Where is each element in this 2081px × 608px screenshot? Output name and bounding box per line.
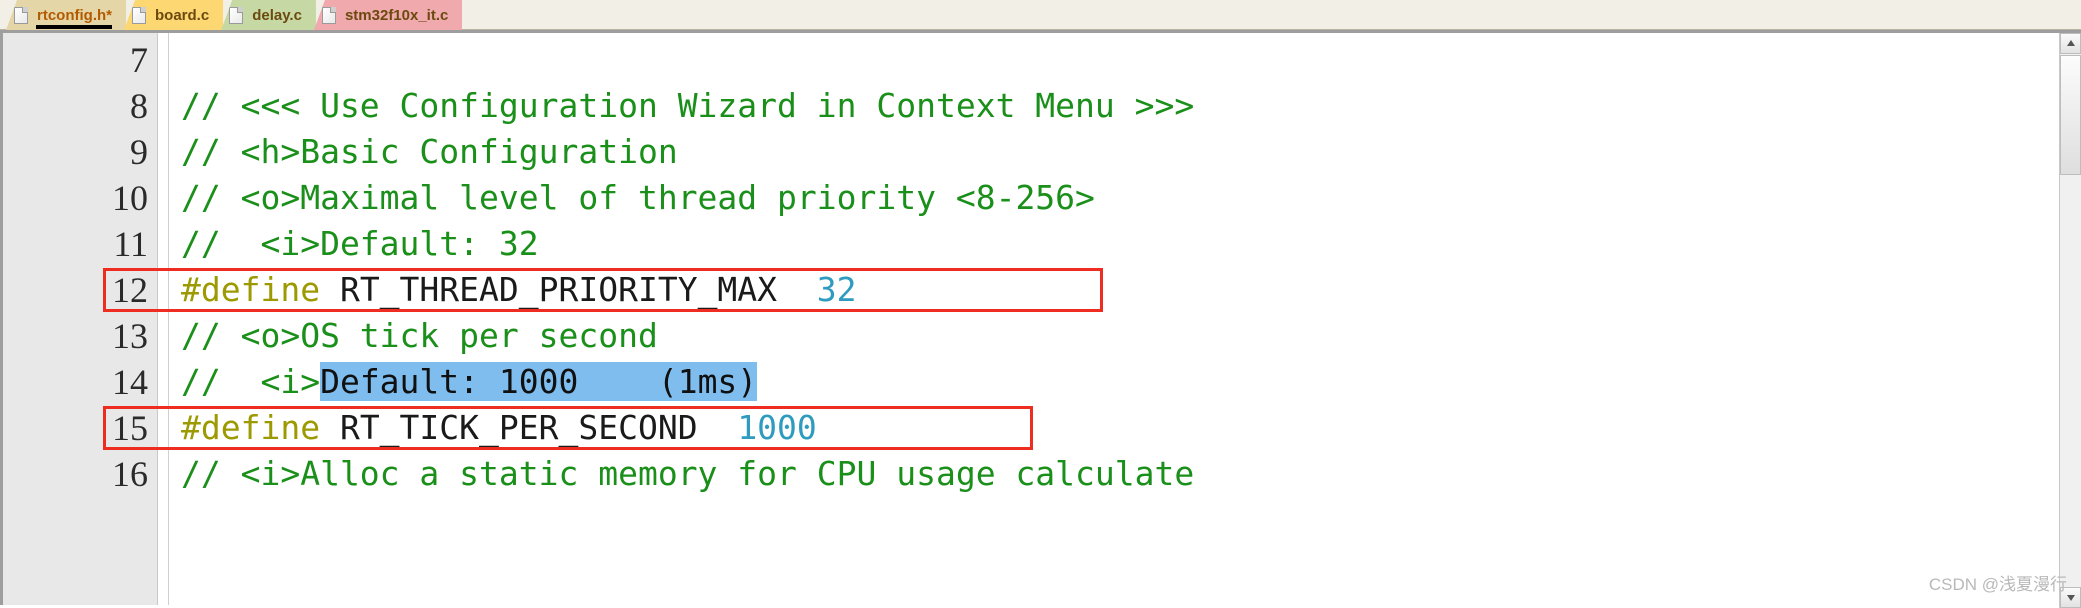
line-number: 14 (112, 362, 148, 402)
editor-tab-bar: rtconfig.h* board.c delay.c stm32f10x_it.c (0, 0, 2081, 30)
code-line[interactable]: // <<< Use Configuration Wizard in Conte… (169, 83, 2081, 129)
code-text-area[interactable]: // <<< Use Configuration Wizard in Conte… (169, 33, 2081, 605)
editor-tab-label: stm32f10x_it.c (344, 6, 449, 24)
line-number: 11 (113, 224, 148, 264)
code-line[interactable]: // <i>Default: 1000 (1ms) (169, 359, 2081, 405)
line-number: 15 (112, 408, 148, 448)
editor-tab-label: delay.c (252, 6, 302, 24)
editor-tab-rtconfig-h-[interactable]: rtconfig.h* (6, 0, 126, 30)
editor-tab-delay-c[interactable]: delay.c (221, 0, 316, 30)
code-line[interactable]: // <o>Maximal level of thread priority <… (169, 175, 2081, 221)
file-page-icon (229, 6, 244, 24)
code-token-keyword: #define (181, 408, 321, 447)
code-line[interactable]: // <i>Default: 32 (169, 221, 2081, 267)
code-line[interactable]: // <o>OS tick per second (169, 313, 2081, 359)
editor-tab-label: board.c (155, 6, 210, 24)
code-token-comment: // <h>Basic Configuration (181, 132, 678, 171)
code-token-number: 32 (816, 270, 857, 309)
line-number: 13 (112, 316, 148, 356)
code-token-comment: // <i>Alloc a static memory for CPU usag… (181, 454, 1195, 493)
scrollbar-thumb[interactable] (2060, 55, 2081, 175)
line-number: 8 (130, 86, 148, 126)
file-page-icon (14, 6, 28, 24)
editor-body: 7 8 9 10 11 12 13 14 15 16 // <<< Use Configurati… (3, 33, 2081, 605)
line-number: 10 (112, 178, 148, 218)
line-number: 7 (130, 40, 148, 80)
code-token-ident: RT_TICK_PER_SECOND (320, 408, 738, 447)
line-number: 16 (112, 454, 148, 494)
gutter-divider (158, 33, 169, 605)
editor-tab-label: rtconfig.h* (37, 6, 112, 24)
code-token-number: 1000 (737, 408, 817, 447)
code-line[interactable]: // <i>Alloc a static memory for CPU usag… (169, 451, 2081, 497)
code-token-selected: Default: 1000 (1ms) (320, 362, 758, 401)
code-line[interactable]: #define RT_THREAD_PRIORITY_MAX 32 (169, 267, 2081, 313)
code-token-comment: // <o>OS tick per second (181, 316, 658, 355)
editor-tab-stm32f10x-it-c[interactable]: stm32f10x_it.c (313, 0, 463, 30)
code-token-keyword: #define (181, 270, 321, 309)
code-token-comment: // <o>Maximal level of thread priority <… (181, 178, 1095, 217)
line-number: 9 (130, 132, 148, 172)
code-token-comment: // <i>Default: 32 (181, 224, 539, 263)
scroll-up-arrow-icon[interactable] (2060, 33, 2081, 54)
editor-tab-board-c[interactable]: board.c (124, 0, 224, 30)
file-page-icon (132, 6, 146, 24)
vertical-scrollbar[interactable] (2059, 33, 2081, 608)
code-token-ident: RT_THREAD_PRIORITY_MAX (320, 270, 817, 309)
active-tab-underline (36, 25, 112, 29)
code-token-comment: // <<< Use Configuration Wizard in Conte… (181, 86, 1195, 125)
line-number: 12 (112, 270, 148, 310)
line-number-gutter: 7 8 9 10 11 12 13 14 15 16 (3, 33, 158, 605)
file-page-icon (321, 6, 336, 24)
code-line[interactable]: #define RT_TICK_PER_SECOND 1000 (169, 405, 2081, 451)
code-token-comment: // <i> (181, 362, 321, 401)
code-line[interactable]: // <h>Basic Configuration (169, 129, 2081, 175)
code-line[interactable] (169, 37, 2081, 83)
code-editor-pane: 7 8 9 10 11 12 13 14 15 16 // <<< Use Configurati… (0, 30, 2081, 608)
watermark-text: CSDN @浅夏漫行 (1928, 575, 2067, 594)
